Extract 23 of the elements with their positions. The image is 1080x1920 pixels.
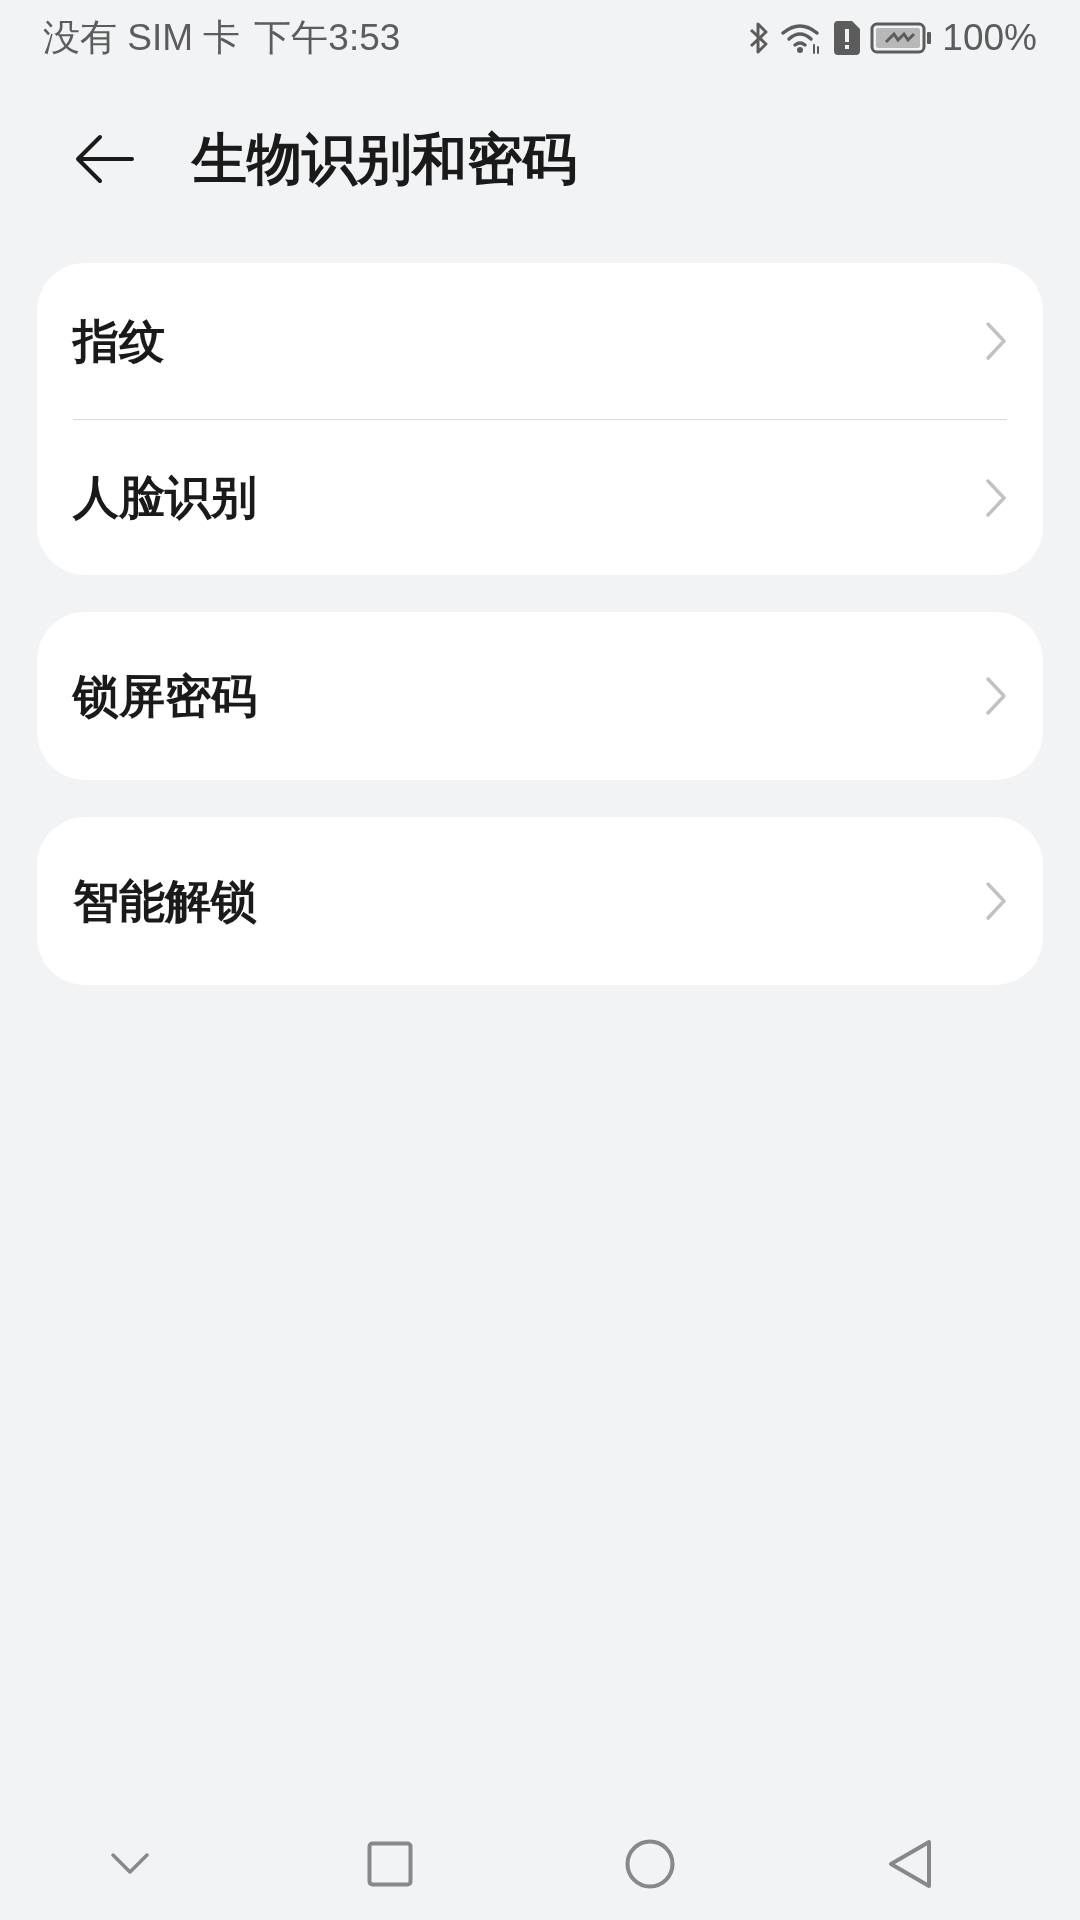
chevron-right-icon — [985, 321, 1007, 361]
item-label: 人脸识别 — [73, 470, 257, 525]
settings-item[interactable]: 人脸识别 — [73, 419, 1007, 575]
battery-charging-icon — [870, 22, 933, 54]
page-title: 生物识别和密码 — [192, 126, 577, 192]
chevron-right-icon — [985, 881, 1007, 921]
back-arrow-icon — [74, 133, 136, 185]
settings-item[interactable]: 指纹 — [73, 263, 1007, 419]
item-label: 指纹 — [73, 313, 165, 369]
square-icon — [367, 1841, 413, 1887]
battery-percent: 100% — [942, 16, 1037, 61]
chevron-right-icon — [985, 676, 1007, 716]
item-label: 锁屏密码 — [73, 668, 257, 724]
item-label: 智能解锁 — [73, 873, 257, 929]
sim-alert-icon — [834, 21, 861, 55]
carrier-status: 没有 SIM 卡 — [43, 16, 241, 61]
chevron-right-icon — [985, 477, 1007, 518]
status-time: 下午3:53 — [254, 16, 401, 61]
settings-item[interactable]: 锁屏密码 — [73, 612, 1007, 780]
settings-item[interactable]: 智能解锁 — [73, 817, 1007, 985]
triangle-left-icon — [887, 1839, 933, 1889]
circle-icon — [625, 1839, 675, 1889]
chevron-down-icon — [110, 1852, 150, 1876]
